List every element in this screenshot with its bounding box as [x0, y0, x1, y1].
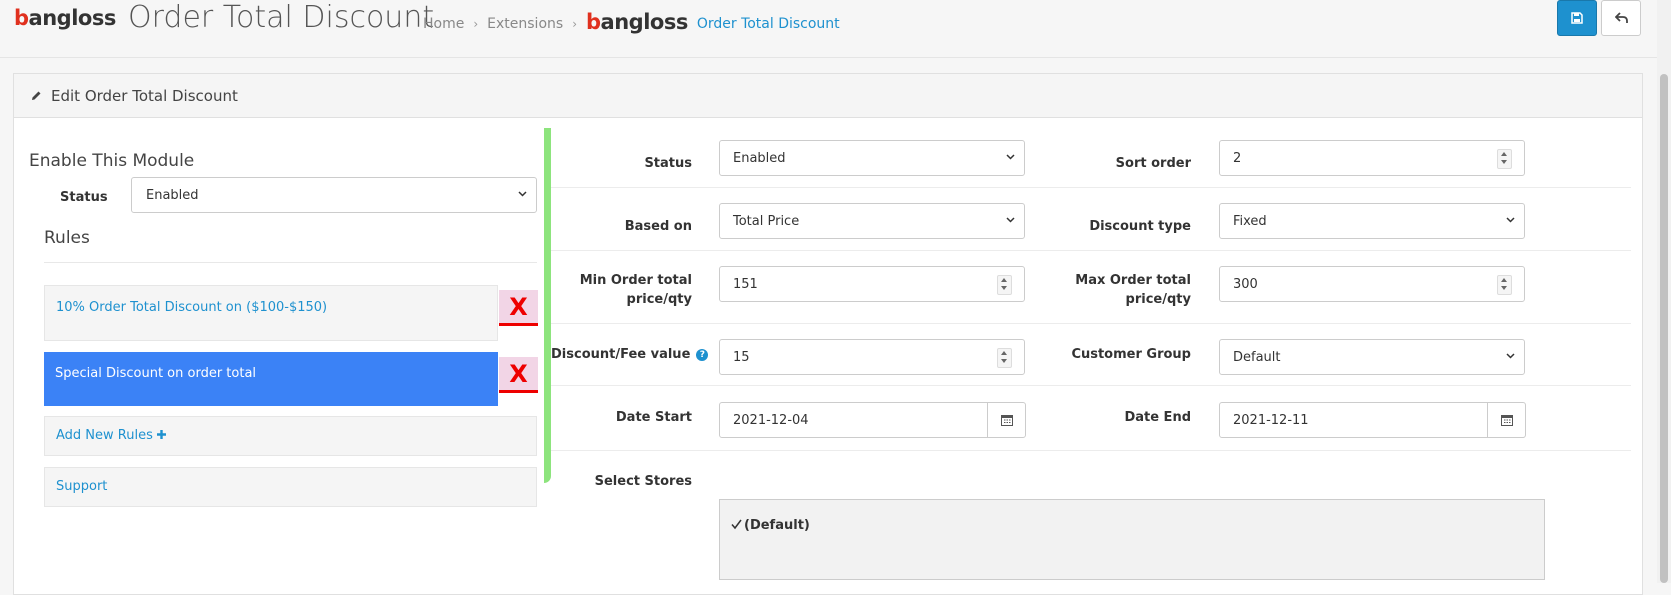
stores-list: (Default)	[719, 499, 1545, 580]
store-option-default[interactable]: (Default)	[731, 518, 810, 533]
accent-bar	[544, 128, 551, 483]
sort-order-input[interactable]: 2	[1219, 140, 1525, 176]
breadcrumb-separator-icon: ›	[473, 17, 479, 31]
breadcrumb-current[interactable]: Order Total Discount	[697, 16, 840, 32]
date-end-input[interactable]: 2021-12-11	[1219, 402, 1488, 438]
delete-rule-button[interactable]: X	[499, 290, 538, 326]
discount-type-label: Discount type	[1089, 219, 1191, 234]
date-start-input[interactable]: 2021-12-04	[719, 402, 988, 438]
stepper-icon[interactable]	[1497, 149, 1512, 169]
date-end-picker-button[interactable]	[1487, 402, 1526, 438]
chevron-down-icon	[1006, 217, 1015, 223]
divider	[551, 187, 1631, 188]
edit-panel: Edit Order Total Discount Enable This Mo…	[13, 73, 1643, 595]
customer-group-label: Customer Group	[1071, 347, 1191, 362]
calendar-icon	[1001, 415, 1013, 426]
plus-icon	[157, 430, 166, 439]
panel-title: Edit Order Total Discount	[51, 86, 238, 105]
rules-title: Rules	[44, 228, 90, 248]
discount-value-input[interactable]: 15	[719, 339, 1025, 375]
stepper-icon[interactable]	[997, 275, 1012, 295]
breadcrumb: Home › Extensions › bangloss Order Total…	[423, 10, 840, 36]
page-header: bangloss Order Total Discount Home › Ext…	[0, 0, 1671, 58]
add-new-rules-button[interactable]: Add New Rules	[44, 416, 537, 456]
divider	[551, 450, 1631, 451]
customer-group-select[interactable]: Default	[1219, 339, 1525, 375]
rule-item[interactable]: 10% Order Total Discount on ($100-$150)	[44, 285, 498, 341]
help-icon[interactable]: ?	[696, 349, 709, 361]
rules-sidebar: Enable This Module Status Enabled Rules …	[14, 118, 554, 588]
divider	[551, 323, 1631, 324]
save-icon	[1571, 12, 1583, 24]
support-link[interactable]: Support	[44, 467, 537, 507]
divider	[44, 262, 537, 263]
date-start-label: Date Start	[615, 410, 692, 425]
chevron-down-icon	[518, 191, 527, 197]
scrollbar-thumb[interactable]	[1660, 74, 1668, 583]
breadcrumb-home[interactable]: Home	[423, 16, 464, 32]
panel-heading: Edit Order Total Discount	[14, 74, 1642, 118]
checkbox-checked-icon[interactable]	[731, 519, 742, 530]
discount-type-select[interactable]: Fixed	[1219, 203, 1525, 239]
status-label: Status	[644, 156, 692, 171]
enable-module-title: Enable This Module	[29, 151, 195, 171]
discount-form: Status Enabled Sort order 2 Based on Tot…	[551, 118, 1641, 588]
divider	[551, 385, 1631, 386]
calendar-icon	[1501, 415, 1513, 426]
chevron-down-icon	[1506, 353, 1515, 359]
module-status-label: Status	[60, 190, 108, 205]
discount-value-label: Discount/Fee value?	[551, 345, 709, 364]
chevron-down-icon	[1006, 154, 1015, 160]
sort-order-label: Sort order	[1115, 156, 1191, 171]
delete-rule-button[interactable]: X	[499, 357, 538, 393]
breadcrumb-brand-logo[interactable]: bangloss	[586, 10, 688, 34]
divider	[551, 250, 1631, 251]
chevron-down-icon	[1506, 217, 1515, 223]
brand-logo: bangloss	[14, 6, 116, 30]
min-order-input[interactable]: 151	[719, 266, 1025, 302]
save-button[interactable]	[1557, 0, 1597, 36]
back-button[interactable]	[1601, 0, 1641, 36]
based-on-select[interactable]: Total Price	[719, 203, 1025, 239]
module-status-select[interactable]: Enabled	[131, 177, 537, 213]
max-order-label: Max Order total price/qty	[1075, 273, 1191, 307]
breadcrumb-separator-icon: ›	[572, 17, 577, 31]
back-arrow-icon	[1615, 12, 1628, 23]
based-on-label: Based on	[624, 219, 692, 234]
max-order-input[interactable]: 300	[1219, 266, 1525, 302]
date-end-label: Date End	[1124, 410, 1191, 425]
status-select[interactable]: Enabled	[719, 140, 1025, 176]
select-stores-label: Select Stores	[594, 474, 692, 489]
date-start-picker-button[interactable]	[987, 402, 1026, 438]
stepper-icon[interactable]	[997, 348, 1012, 368]
breadcrumb-extensions[interactable]: Extensions	[487, 16, 563, 32]
page-title: Order Total Discount	[128, 0, 435, 35]
rule-item-active[interactable]: Special Discount on order total	[44, 352, 498, 406]
stepper-icon[interactable]	[1497, 275, 1512, 295]
min-order-label: Min Order total price/qty	[579, 273, 692, 307]
pencil-icon	[32, 91, 41, 100]
